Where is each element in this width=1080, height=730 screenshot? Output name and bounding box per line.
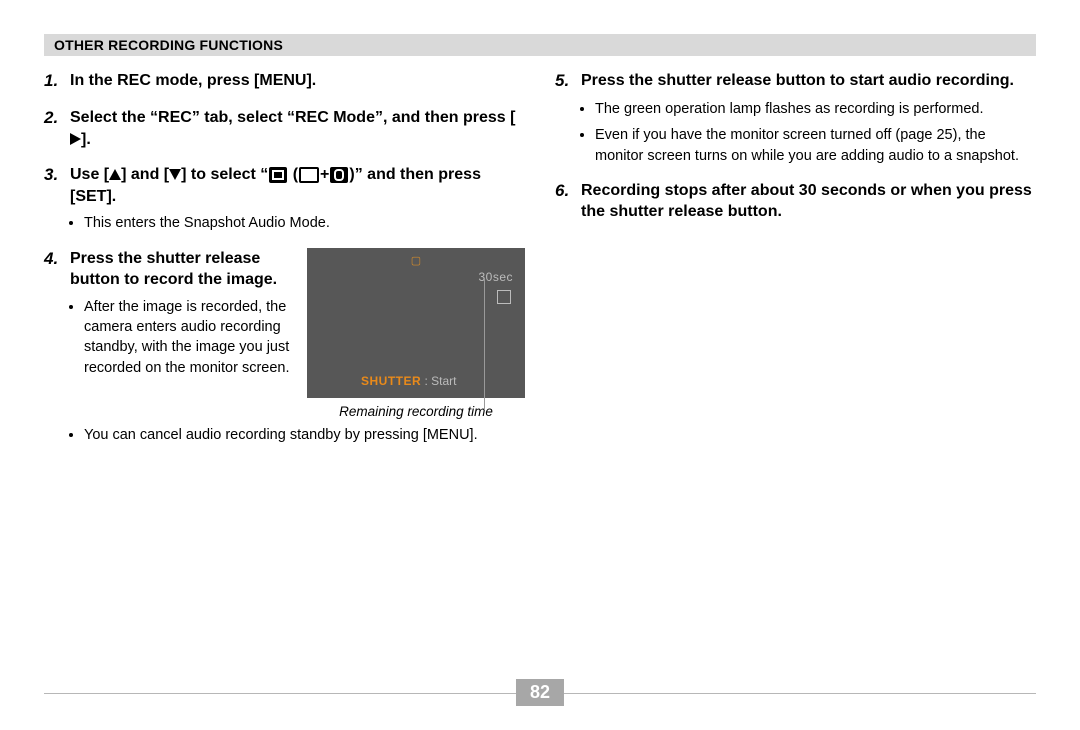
lcd-start-label: : Start bbox=[421, 374, 456, 388]
step-3-bullets: This enters the Snapshot Audio Mode. bbox=[70, 213, 525, 233]
step-text-part: ( bbox=[288, 166, 298, 183]
bullet: After the image is recorded, the camera … bbox=[84, 297, 293, 378]
image-icon bbox=[299, 167, 319, 183]
step-text: In the REC mode, press [MENU]. bbox=[70, 70, 525, 92]
bullet: The green operation lamp flashes as reco… bbox=[595, 99, 1036, 119]
step-5-bullets: The green operation lamp flashes as reco… bbox=[581, 99, 1036, 166]
step-number: 2. bbox=[44, 107, 70, 130]
step-text: Press the shutter release button to star… bbox=[581, 70, 1036, 92]
lcd-mode-icon: ▢ bbox=[411, 254, 421, 267]
lcd-side-icon bbox=[497, 290, 511, 304]
step-text: Select the “REC” tab, select “REC Mode”,… bbox=[70, 107, 525, 150]
section-header: OTHER RECORDING FUNCTIONS bbox=[44, 34, 1036, 56]
page-number: 82 bbox=[516, 679, 564, 706]
left-column: 1. In the REC mode, press [MENU]. 2. Sel… bbox=[44, 70, 525, 459]
step-text-part: ] and [ bbox=[121, 166, 169, 183]
step-3: 3. Use [] and [] to select “ (+)” and th… bbox=[44, 164, 525, 233]
step-number: 4. bbox=[44, 248, 70, 271]
lcd-caption: Remaining recording time bbox=[307, 404, 525, 419]
bullet: This enters the Snapshot Audio Mode. bbox=[84, 213, 525, 233]
step-4-bullets-a: After the image is recorded, the camera … bbox=[70, 297, 293, 378]
step-text: Press the shutter release button to reco… bbox=[70, 248, 293, 291]
right-column: 5. Press the shutter release button to s… bbox=[555, 70, 1036, 459]
step-text-part: + bbox=[320, 166, 329, 183]
step-number: 6. bbox=[555, 180, 581, 203]
step-4-bullets-b: You can cancel audio recording standby b… bbox=[70, 425, 525, 445]
step-text-b: ]. bbox=[81, 131, 91, 148]
right-arrow-icon bbox=[70, 133, 81, 145]
step-text-part: Use [ bbox=[70, 166, 109, 183]
lcd-shutter-label: SHUTTER bbox=[361, 374, 421, 388]
lcd-footer: SHUTTER : Start bbox=[361, 374, 457, 388]
bullet: You can cancel audio recording standby b… bbox=[84, 425, 525, 445]
down-arrow-icon bbox=[169, 169, 181, 180]
step-4: 4. Press the shutter release button to r… bbox=[44, 248, 525, 445]
content-columns: 1. In the REC mode, press [MENU]. 2. Sel… bbox=[44, 70, 1036, 459]
callout-pointer bbox=[484, 278, 485, 410]
step-text: Recording stops after about 30 seconds o… bbox=[581, 180, 1036, 223]
step-number: 5. bbox=[555, 70, 581, 93]
up-arrow-icon bbox=[109, 169, 121, 180]
step-6: 6. Recording stops after about 30 second… bbox=[555, 180, 1036, 223]
step-number: 1. bbox=[44, 70, 70, 93]
lcd-illustration: ▢ 30sec SHUTTER : Start Remaining record… bbox=[307, 248, 525, 419]
snapshot-audio-icon bbox=[269, 167, 287, 183]
manual-page: OTHER RECORDING FUNCTIONS 1. In the REC … bbox=[0, 0, 1080, 730]
step-text-a: Select the “REC” tab, select “REC Mode”,… bbox=[70, 109, 515, 126]
step-2: 2. Select the “REC” tab, select “REC Mod… bbox=[44, 107, 525, 150]
mic-icon bbox=[330, 167, 348, 183]
step-number: 3. bbox=[44, 164, 70, 187]
bullet: Even if you have the monitor screen turn… bbox=[595, 125, 1036, 166]
lcd-screen: ▢ 30sec SHUTTER : Start bbox=[307, 248, 525, 398]
step-1: 1. In the REC mode, press [MENU]. bbox=[44, 70, 525, 93]
step-text: Use [] and [] to select “ (+)” and then … bbox=[70, 164, 525, 207]
step-text-part: ] to select “ bbox=[181, 166, 268, 183]
step-5: 5. Press the shutter release button to s… bbox=[555, 70, 1036, 166]
